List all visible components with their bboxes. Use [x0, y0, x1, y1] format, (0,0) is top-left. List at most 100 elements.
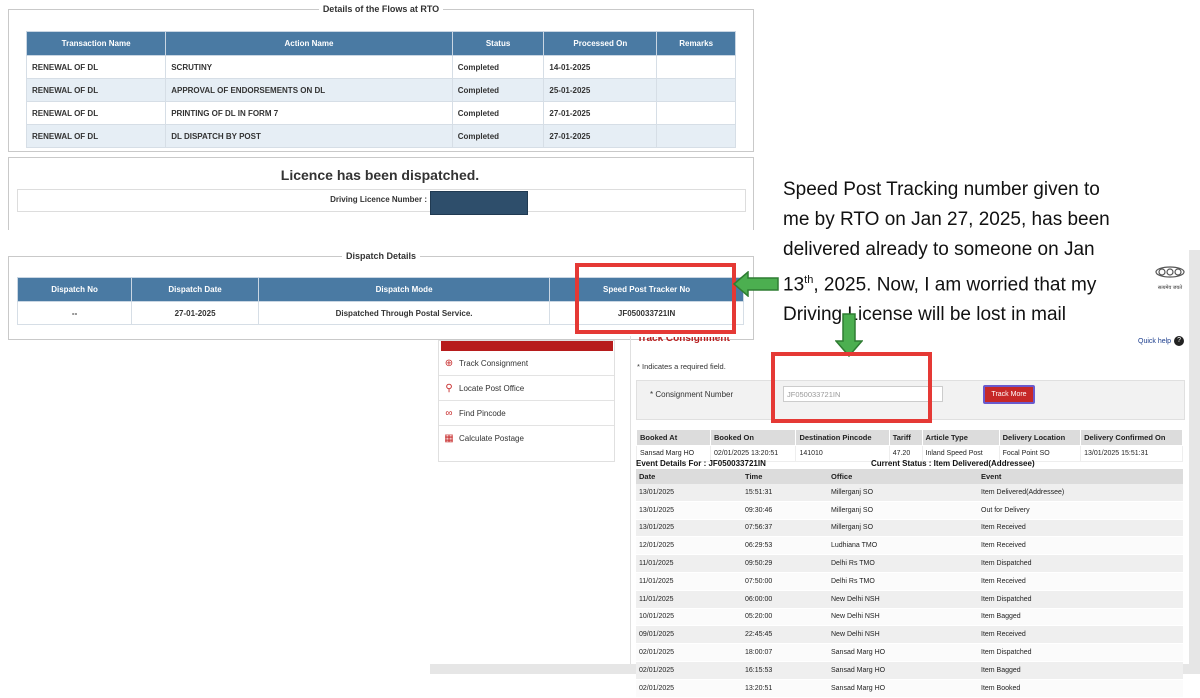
cell: Item Received — [978, 572, 1183, 591]
cell: Out for Delivery — [978, 501, 1183, 520]
cell: Completed — [451, 78, 545, 102]
cell: Delhi Rs TMO — [828, 572, 978, 591]
table-row: RENEWAL OF DL SCRUTINY Completed 14-01-2… — [25, 55, 736, 79]
dl-number-label: Driving Licence Number : — [330, 195, 427, 204]
binoculars-icon: ∞ — [445, 407, 453, 419]
col-delivery-confirmed-on: Delivery Confirmed On — [1080, 429, 1183, 446]
quick-help-link[interactable]: Quick help ? — [1138, 336, 1185, 346]
annotation-line: me by RTO on Jan 27, 2025, has been — [783, 209, 1110, 230]
event-row: 13/01/2025 09:30:46 Millerganj SO Out for D… — [636, 501, 1183, 520]
cell — [656, 124, 736, 148]
col-booked-at: Booked At — [636, 429, 711, 446]
cell: 02/01/2025 — [636, 661, 742, 680]
map-pin-icon: ⚲ — [445, 382, 453, 394]
cell: Item Dispatched — [978, 554, 1183, 573]
track-section-title: Track Consignment — [637, 337, 730, 344]
annotation-fragment: , 2025. Now, I am worried that my — [813, 274, 1097, 296]
post-page-background — [1189, 250, 1200, 674]
help-icon: ? — [1174, 336, 1185, 346]
cell: Item Bagged — [978, 661, 1183, 680]
cell: RENEWAL OF DL — [25, 124, 167, 148]
col-dispatch-mode: Dispatch Mode — [257, 277, 551, 302]
cell: 09:50:29 — [742, 554, 828, 573]
cell: -- — [16, 301, 133, 325]
cell — [656, 101, 736, 125]
col-time: Time — [742, 469, 828, 484]
col-date: Date — [636, 469, 742, 484]
annotation-text: Speed Post Tracking number given to me b… — [783, 175, 1163, 330]
booking-table: Booked At Booked On Destination Pincode … — [636, 429, 1183, 462]
cell: 06:00:00 — [742, 590, 828, 609]
annotation-line: delivered already to someone on Jan — [783, 239, 1095, 260]
cell: Item Received — [978, 519, 1183, 538]
table-row: RENEWAL OF DL DL DISPATCH BY POST Comple… — [25, 124, 736, 148]
cell: New Delhi NSH — [828, 625, 978, 645]
col-action-name: Action Name — [165, 31, 453, 56]
licence-dispatched-message: Licence has been dispatched. — [280, 167, 480, 183]
cell — [656, 55, 736, 79]
event-row: 11/01/2025 06:00:00 New Delhi NSH Item Disp… — [636, 590, 1183, 609]
cell: Sansad Marg HO — [828, 661, 978, 680]
cell: 13/01/2025 — [636, 484, 742, 502]
cell: New Delhi NSH — [828, 590, 978, 609]
annotation-sup: th — [804, 274, 814, 286]
cell: Millerganj SO — [828, 501, 978, 520]
cell: Completed — [451, 101, 545, 125]
cell: SCRUTINY — [165, 55, 453, 79]
col-remarks: Remarks — [656, 31, 736, 56]
target-icon: ⊕ — [444, 357, 454, 369]
col-dispatch-no: Dispatch No — [16, 277, 133, 302]
cell: 13/01/2025 — [636, 501, 742, 520]
cell: Completed — [451, 124, 545, 148]
cell: 25-01-2025 — [543, 78, 658, 102]
event-row: 12/01/2025 06:29:53 Ludhiana TMO Item Recei… — [636, 536, 1183, 556]
cell: 05:20:00 — [742, 608, 828, 627]
cell: 02/01/2025 — [636, 643, 742, 662]
cell: Item Booked — [978, 679, 1183, 698]
table-row: RENEWAL OF DL APPROVAL OF ENDORSEMENTS O… — [25, 78, 736, 102]
cell: 06:29:53 — [742, 536, 828, 556]
cell: 15:51:31 — [742, 484, 828, 502]
consignment-label: * Consignment Number — [650, 390, 734, 399]
event-row: 11/01/2025 07:50:00 Delhi Rs TMO Item Recei… — [636, 572, 1183, 591]
cell: 12/01/2025 — [636, 536, 742, 556]
cell: Millerganj SO — [828, 484, 978, 502]
cell: 09:30:46 — [742, 501, 828, 520]
cell: 11/01/2025 — [636, 572, 742, 591]
cell: Item Received — [978, 625, 1183, 645]
cell: 27-01-2025 — [543, 101, 658, 125]
event-row: 02/01/2025 13:20:51 Sansad Marg HO Item Boo… — [636, 679, 1183, 698]
cell: 10/01/2025 — [636, 608, 742, 627]
cell: Item Bagged — [978, 608, 1183, 627]
side-item-label: Locate Post Office — [459, 383, 525, 393]
rto-flows-legend: Details of the Flows at RTO — [322, 4, 440, 14]
col-dispatch-date: Dispatch Date — [131, 277, 259, 302]
cell: 13/01/2025 — [636, 519, 742, 538]
col-booked-on: Booked On — [709, 429, 797, 446]
cell: Item Received — [978, 536, 1183, 556]
side-menu-header — [441, 341, 613, 351]
cell: DL DISPATCH BY POST — [165, 124, 453, 148]
event-row: 11/01/2025 09:50:29 Delhi Rs TMO Item Dispa… — [636, 554, 1183, 573]
left-arrow-icon — [733, 271, 779, 297]
side-item-locate-post-office[interactable]: ⚲ Locate Post Office — [439, 376, 614, 401]
side-item-find-pincode[interactable]: ∞ Find Pincode — [439, 401, 614, 426]
col-status: Status — [451, 31, 545, 56]
track-more-button[interactable]: Track More — [983, 385, 1035, 404]
event-details-label: Event Details For : JF050033721IN — [636, 459, 766, 468]
cell: 09/01/2025 — [636, 625, 742, 645]
cell: Dispatched Through Postal Service. — [257, 301, 551, 325]
calculator-icon: ▦ — [444, 432, 454, 444]
annotation-fragment: 13 — [783, 274, 805, 296]
table-row: RENEWAL OF DL PRINTING OF DL IN FORM 7 C… — [25, 101, 736, 125]
side-item-label: Track Consignment — [459, 358, 529, 368]
side-item-calculate-postage[interactable]: ▦ Calculate Postage — [439, 426, 614, 450]
annotation-line: 13th, 2025. Now, I am worried that my — [783, 265, 1163, 300]
side-item-track-consignment[interactable]: ⊕ Track Consignment — [439, 351, 614, 376]
dispatch-details-legend: Dispatch Details — [345, 251, 417, 261]
col-event: Event — [978, 469, 1183, 484]
event-row: 02/01/2025 16:15:53 Sansad Marg HO Item Bag… — [636, 661, 1183, 680]
cell: Completed — [451, 55, 545, 79]
cell: RENEWAL OF DL — [25, 78, 167, 102]
event-row: 02/01/2025 18:00:07 Sansad Marg HO Item Dis… — [636, 643, 1183, 662]
